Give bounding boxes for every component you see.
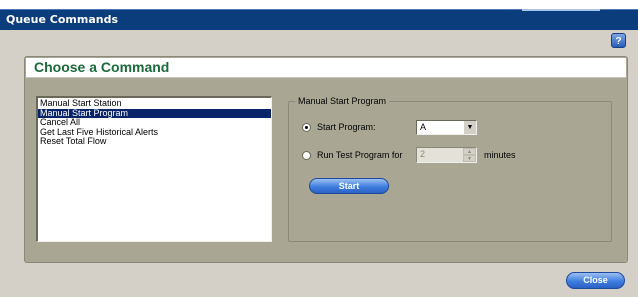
start-program-label: Start Program: (317, 122, 376, 132)
spin-up-icon[interactable]: ▲ (463, 148, 476, 155)
list-item-reset-total-flow[interactable]: Reset Total Flow (38, 136, 271, 147)
test-minutes-spinner[interactable]: 2 ▲ ▼ (416, 147, 477, 163)
command-listbox[interactable]: Manual Start Station Manual Start Progra… (36, 96, 272, 242)
run-test-radio[interactable] (302, 151, 311, 160)
spin-down-icon[interactable]: ▼ (463, 155, 476, 162)
titlebar-accent (522, 9, 600, 11)
run-test-label: Run Test Program for (317, 150, 403, 160)
panel-header: Choose a Command (26, 58, 626, 78)
window-titlebar: Queue Commands (0, 9, 638, 31)
program-select[interactable]: A ▼ (416, 120, 477, 135)
start-program-radio[interactable] (302, 123, 311, 132)
chevron-down-icon[interactable]: ▼ (463, 121, 476, 134)
window-title: Queue Commands (6, 13, 118, 26)
test-minutes-value: 2 (420, 149, 426, 159)
question-icon: ? (615, 36, 622, 47)
program-select-value: A (420, 122, 427, 132)
close-button[interactable]: Close (566, 272, 625, 289)
group-legend: Manual Start Program (295, 96, 390, 106)
minutes-label: minutes (484, 150, 516, 160)
help-button[interactable]: ? (611, 33, 626, 48)
start-button[interactable]: Start (309, 178, 389, 194)
panel-title: Choose a Command (34, 59, 170, 75)
